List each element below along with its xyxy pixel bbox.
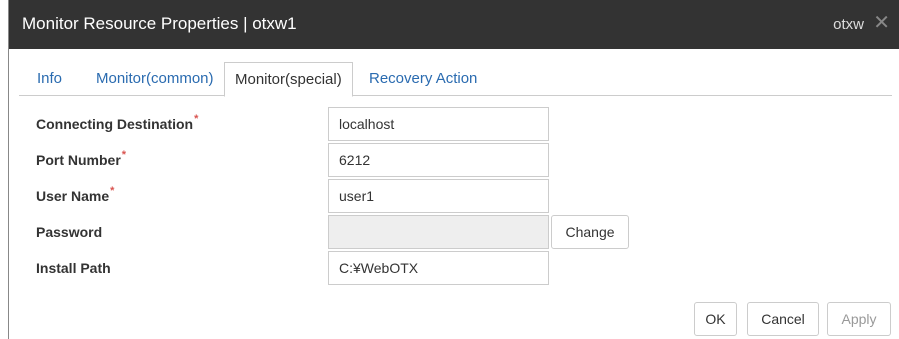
install-path-input[interactable]: C:¥WebOTX: [328, 251, 549, 285]
tab-info[interactable]: Info: [27, 62, 72, 96]
dialog-title: Monitor Resource Properties | otxw1: [22, 14, 297, 33]
port-number-label-text: Port Number: [36, 152, 121, 168]
user-name-label: User Name*: [36, 185, 115, 204]
tab-recovery-action[interactable]: Recovery Action: [359, 62, 487, 96]
install-path-label: Install Path: [36, 260, 111, 276]
required-mark: *: [194, 113, 199, 125]
connecting-destination-label: Connecting Destination*: [36, 113, 199, 132]
cancel-button[interactable]: Cancel: [747, 302, 819, 336]
apply-button: Apply: [827, 302, 891, 336]
monitor-resource-properties-dialog: Monitor Resource Properties | otxw1 otxw…: [8, 0, 899, 339]
user-name-label-text: User Name: [36, 188, 110, 204]
port-number-input[interactable]: 6212: [328, 143, 549, 177]
user-name-input[interactable]: user1: [328, 179, 549, 213]
dialog-titlebar: Monitor Resource Properties | otxw1 otxw…: [9, 0, 899, 49]
password-label: Password: [36, 224, 103, 240]
change-password-button[interactable]: Change: [551, 215, 629, 249]
tab-bar: Info Monitor(common) Monitor(special) Re…: [19, 62, 892, 97]
tab-monitor-common[interactable]: Monitor(common): [86, 62, 224, 96]
ok-button[interactable]: OK: [694, 302, 737, 336]
server-name: otxw: [833, 16, 864, 33]
close-icon[interactable]: ✕: [873, 13, 890, 33]
required-mark: *: [121, 149, 127, 161]
password-input: [328, 215, 549, 249]
connecting-destination-input[interactable]: localhost: [328, 107, 549, 141]
connecting-destination-label-text: Connecting Destination: [36, 116, 194, 132]
tab-monitor-special[interactable]: Monitor(special): [224, 62, 353, 97]
required-mark: *: [110, 185, 115, 197]
port-number-label: Port Number*: [36, 149, 127, 168]
